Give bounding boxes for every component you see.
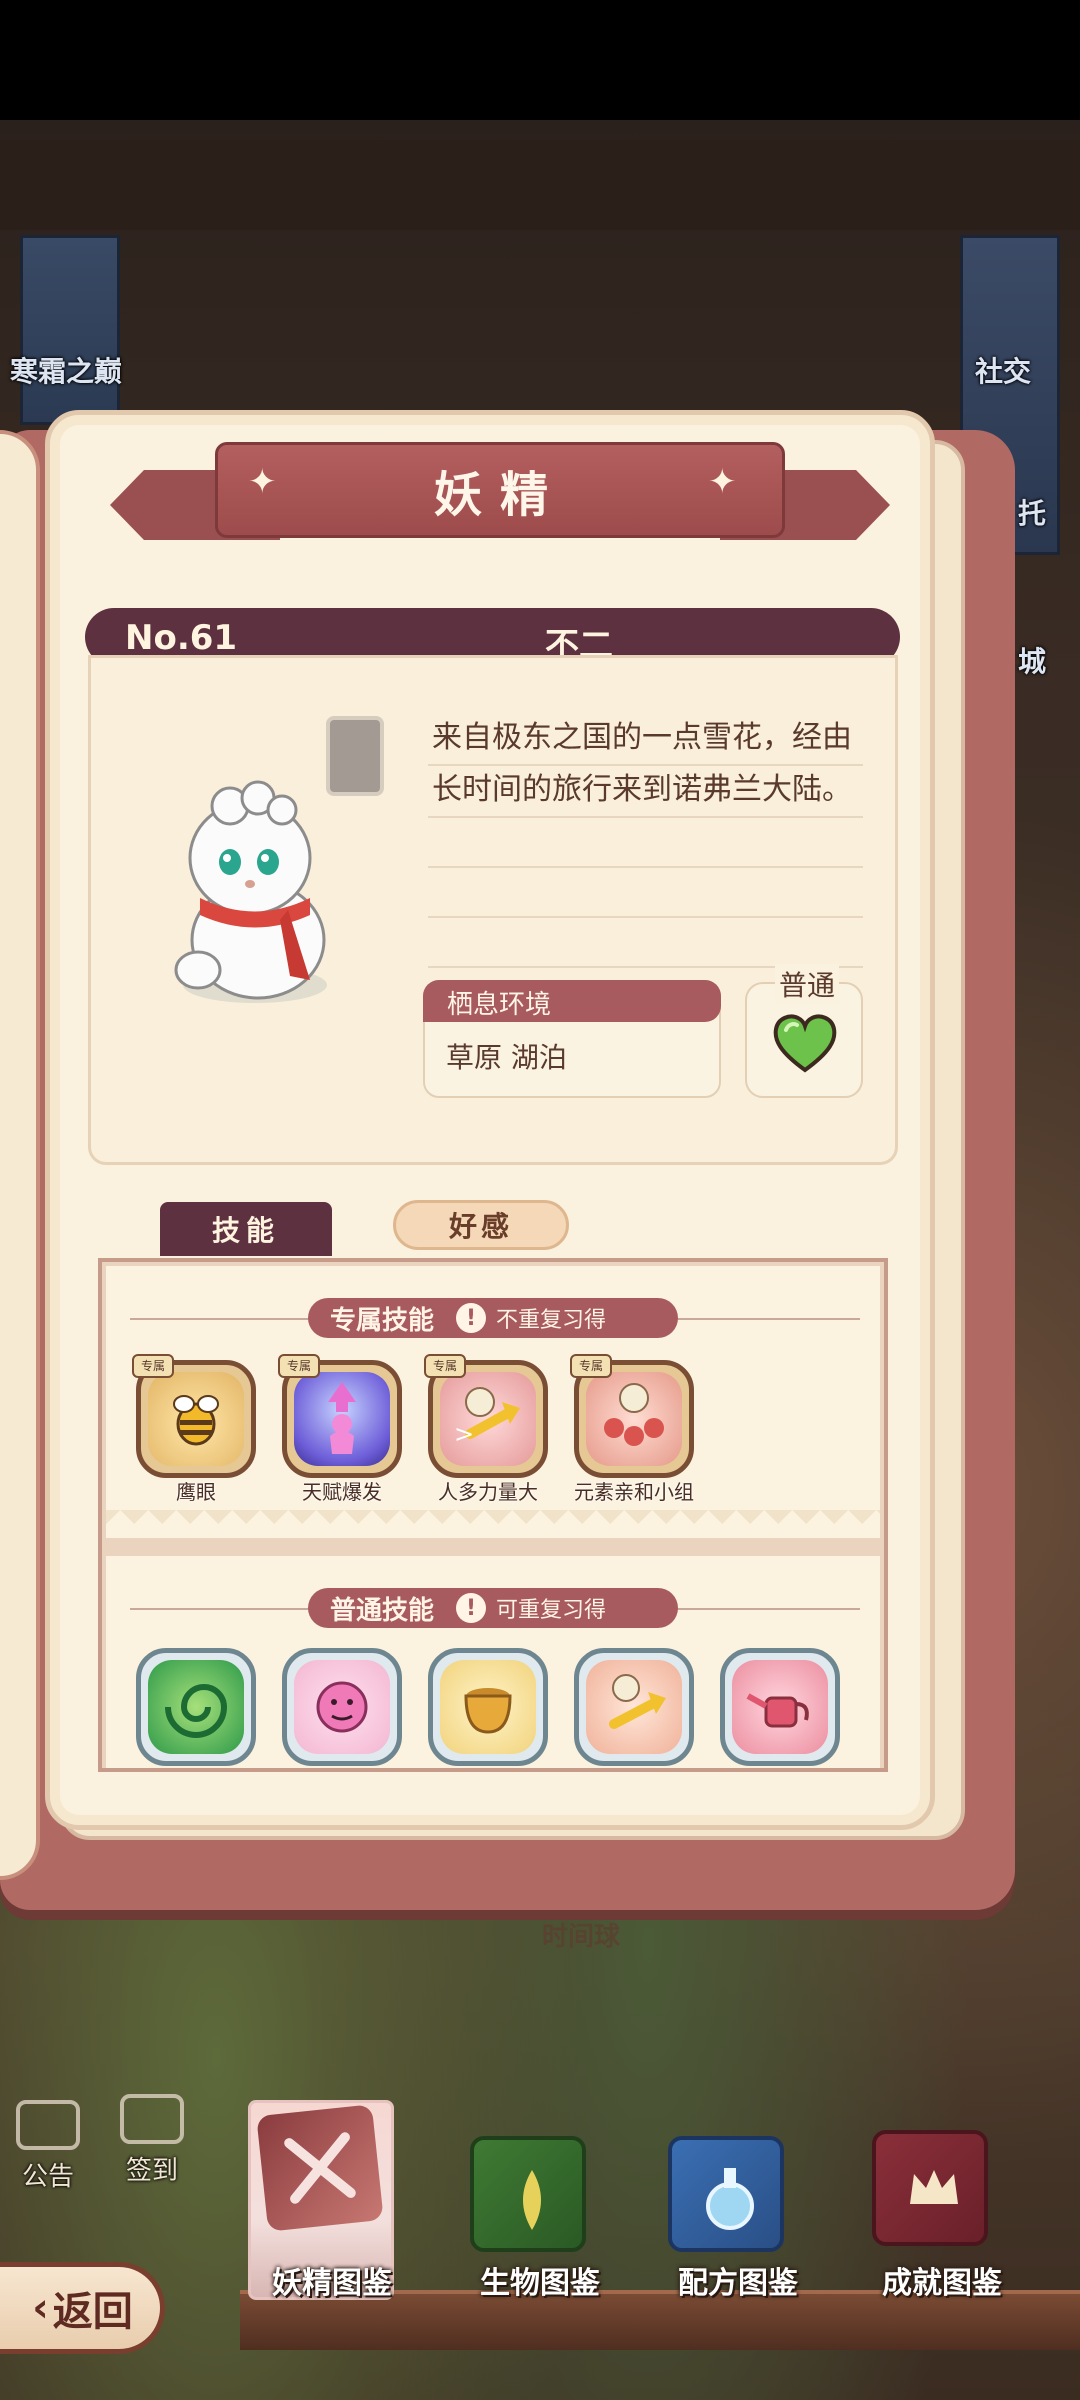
dock-fairy-codex[interactable]: 妖精图鉴 [256, 2104, 392, 2301]
title-ribbon: 妖精 [215, 442, 785, 538]
dock-label: 生物图鉴 [480, 2266, 600, 2301]
exclusive-skill-3[interactable]: > 专属 [424, 1354, 548, 1480]
rarity-label: 普通 [775, 964, 840, 1004]
divider [428, 916, 863, 918]
notice-button[interactable]: 公告 [16, 2100, 80, 2193]
achievement-codex-icon [872, 2130, 988, 2246]
exclusive-skills-title: 专属技能 [330, 1305, 435, 1336]
skill-label: 人多力量大 [438, 1480, 538, 1504]
notice-label: 公告 [21, 2162, 74, 2192]
pink-face-icon [294, 1660, 390, 1754]
divider [428, 866, 863, 868]
dock-recipe-codex[interactable]: 配方图鉴 [668, 2136, 798, 2301]
sparkle-icon: ✦ [248, 462, 277, 502]
exclusive-badge: 专属 [278, 1354, 320, 1378]
exclusive-badge: 专属 [132, 1354, 174, 1378]
skill-label: 鹰眼 [176, 1480, 216, 1504]
left-banner[interactable] [20, 235, 120, 425]
portrait-slot[interactable] [326, 716, 384, 796]
notice-board-icon [16, 2100, 80, 2150]
green-swirl-icon [148, 1660, 244, 1754]
habitat-value: 草原 湖泊 [446, 1041, 567, 1074]
exclusive-badge: 专属 [570, 1354, 612, 1378]
exclusive-badge: 专属 [424, 1354, 466, 1378]
exclusive-skills-note: 不重复习得 [496, 1308, 607, 1333]
dock-creature-codex[interactable]: 生物图鉴 [470, 2136, 600, 2301]
normal-skills-note: 可重复习得 [496, 1598, 607, 1623]
background-shelf [0, 140, 1080, 230]
left-banner-label: 寒霜之巅 [10, 355, 123, 388]
page-title: 妖精 [433, 467, 566, 523]
right-banner-partial-1: 托 [1018, 497, 1047, 530]
skill-label: 天赋爆发 [302, 1480, 382, 1504]
chevron-left-icon: ‹ [32, 2285, 49, 2331]
exclusive-skill-2[interactable]: 专属 [278, 1354, 402, 1480]
warning-icon: ! [456, 1303, 487, 1333]
normal-skill-3[interactable] [428, 1648, 548, 1768]
panel-zigzag [106, 1510, 880, 1538]
exclusive-skill-1[interactable]: 专属 [132, 1354, 256, 1480]
recipe-codex-icon [668, 2136, 784, 2252]
divider [428, 816, 863, 818]
skill-label: 元素亲和小组 [574, 1480, 694, 1504]
normal-skill-2[interactable] [282, 1648, 402, 1768]
exclusive-skill-4[interactable]: 专属 [570, 1354, 694, 1480]
svg-text:>: > [454, 1420, 474, 1448]
creature-codex-icon [470, 2136, 586, 2252]
bags-arrow-icon [586, 1660, 682, 1754]
normal-skills-title: 普通技能 [330, 1595, 435, 1626]
checkin-label: 签到 [125, 2156, 178, 2186]
golden-pot-icon [440, 1660, 536, 1754]
tab-skills[interactable]: 技能 [160, 1202, 332, 1256]
background-faded-label: 时间球 [542, 1922, 621, 1952]
dock-label: 配方图鉴 [678, 2266, 798, 2301]
right-banner-label: 社交 [975, 355, 1032, 388]
element-group-icon [586, 1372, 682, 1466]
normal-skill-5[interactable] [720, 1648, 840, 1768]
back-button[interactable]: ‹ 返回 [0, 2262, 165, 2354]
warning-icon: ! [456, 1593, 487, 1623]
habitat-label: 栖息环境 [423, 980, 721, 1022]
burst-figure-icon [294, 1372, 390, 1466]
calendar-icon [120, 2094, 184, 2144]
dock-achievement-codex[interactable]: 成就图鉴 [872, 2130, 1002, 2301]
normal-skill-1[interactable] [136, 1648, 256, 1768]
right-banner-partial-2: 城 [1018, 645, 1047, 678]
back-label: 返回 [52, 2289, 133, 2335]
snowman-creature-portrait [174, 780, 327, 1003]
green-heart-icon [773, 1014, 837, 1073]
book-left-page [0, 430, 40, 1880]
dock-label: 成就图鉴 [882, 2266, 1002, 2301]
watering-can-icon [732, 1660, 828, 1754]
tab-favor[interactable]: 好感 [393, 1200, 569, 1250]
normal-skills-header: 普通技能 ! 可重复习得 [308, 1588, 678, 1628]
dock-label: 妖精图鉴 [272, 2266, 392, 2301]
fairy-codex-icon [256, 2104, 384, 2232]
exclusive-skills-header: 专属技能 ! 不重复习得 [308, 1298, 678, 1338]
sparkle-icon: ✦ [708, 462, 737, 502]
normal-skill-4[interactable] [574, 1648, 694, 1768]
bee-icon [148, 1372, 244, 1466]
checkin-button[interactable]: 签到 [120, 2094, 184, 2187]
entry-description: 来自极东之国的一点雪花，经由长时间的旅行来到诺弗兰大陆。 [432, 720, 852, 807]
entry-number: No.61 [125, 618, 238, 658]
status-bar-area [0, 0, 1080, 120]
bags-arrow-icon: > [440, 1372, 536, 1466]
